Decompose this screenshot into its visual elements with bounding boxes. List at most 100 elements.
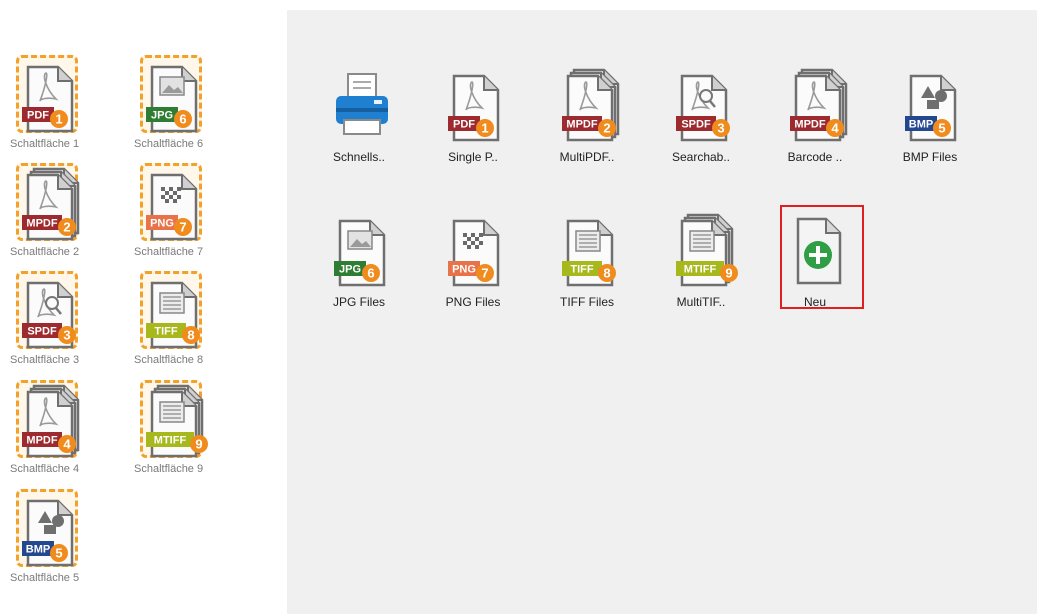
tiff-file-icon: TIFF 8: [146, 277, 202, 349]
svg-text:TIFF: TIFF: [570, 264, 593, 276]
svg-text:7: 7: [179, 220, 186, 235]
button-label: Barcode ..: [787, 150, 843, 164]
svg-text:PDF: PDF: [27, 110, 49, 122]
multi-tiff-button[interactable]: MTIFF 9 MultiTIF..: [653, 210, 749, 328]
palette-button-1[interactable]: PDF 1 Schaltfläche 1: [0, 55, 110, 155]
svg-text:6: 6: [179, 112, 186, 127]
svg-text:MPDF: MPDF: [566, 119, 597, 131]
svg-text:MPDF: MPDF: [26, 435, 57, 447]
pdf-file-icon: PDF 1: [448, 70, 504, 142]
button-label: Neu: [803, 295, 826, 309]
tiff-files-button[interactable]: TIFF 8 TIFF Files: [539, 210, 635, 328]
button-frame: BMP 5: [16, 489, 78, 567]
palette-button-3[interactable]: SPDF 3 Schaltfläche 3: [0, 271, 110, 371]
png-file-icon: PNG 7: [448, 215, 504, 287]
svg-text:5: 5: [55, 546, 62, 561]
palette-button-label: Schaltfläche 2: [10, 246, 80, 258]
button-frame: MPDF 4: [16, 380, 80, 458]
svg-text:SPDF: SPDF: [27, 326, 57, 338]
svg-text:9: 9: [195, 437, 202, 452]
svg-text:8: 8: [187, 328, 194, 343]
svg-text:8: 8: [603, 266, 610, 281]
svg-text:1: 1: [481, 121, 488, 136]
palette-button-label: Schaltfläche 8: [134, 354, 204, 366]
mpdf-file-icon: MPDF 4: [22, 384, 80, 458]
bmp-file-icon: BMP 5: [22, 495, 78, 567]
pdf-file-icon: PDF 1: [22, 61, 78, 133]
palette-button-label: Schaltfläche 3: [10, 354, 80, 366]
mpdf-file-icon: MPDF 2: [22, 167, 80, 241]
svg-text:MPDF: MPDF: [794, 119, 825, 131]
svg-text:BMP: BMP: [909, 119, 933, 131]
palette-button-label: Schaltfläche 4: [10, 463, 80, 475]
button-label: TIFF Files: [560, 295, 614, 309]
scanner-button[interactable]: Schnells..: [311, 65, 407, 183]
button-label: PNG Files: [445, 295, 501, 309]
svg-text:PDF: PDF: [453, 119, 475, 131]
searchable-pdf-button[interactable]: SPDF 3 Searchab..: [653, 65, 749, 183]
button-frame: JPG 6: [140, 55, 202, 133]
button-label: Searchab..: [671, 150, 731, 164]
palette-button-label: Schaltfläche 1: [10, 138, 80, 150]
button-label: Schnells..: [332, 150, 386, 164]
jpg-file-icon: JPG 6: [334, 215, 390, 287]
button-label: Single P..: [448, 150, 498, 164]
button-label: BMP Files: [902, 150, 958, 164]
mpdf-file-icon: MPDF 4: [790, 68, 848, 142]
svg-text:5: 5: [938, 121, 945, 136]
printer-scanner-icon: [334, 70, 390, 140]
palette-button-5[interactable]: BMP 5 Schaltfläche 5: [0, 489, 110, 589]
mtiff-file-icon: MTIFF 9: [676, 213, 738, 287]
svg-text:3: 3: [63, 328, 70, 343]
svg-text:4: 4: [63, 437, 71, 452]
svg-text:2: 2: [63, 220, 70, 235]
palette-button-6[interactable]: JPG 6 Schaltfläche 6: [124, 55, 234, 155]
mpdf-file-icon: MPDF 2: [562, 68, 620, 142]
palette-button-8[interactable]: TIFF 8 Schaltfläche 8: [124, 271, 234, 371]
svg-text:MTIFF: MTIFF: [684, 264, 717, 276]
new-button[interactable]: Neu: [767, 205, 864, 328]
add-plus-icon: [790, 215, 846, 285]
tiff-file-icon: TIFF 8: [562, 215, 618, 287]
svg-text:MPDF: MPDF: [26, 218, 57, 230]
button-frame: PNG 7: [140, 163, 202, 241]
svg-text:PNG: PNG: [150, 218, 174, 230]
png-file-icon: PNG 7: [146, 169, 202, 241]
button-frame: SPDF 3: [16, 271, 78, 349]
jpg-file-icon: JPG 6: [146, 61, 202, 133]
palette-button-7[interactable]: PNG 7 Schaltfläche 7: [124, 163, 234, 263]
svg-text:9: 9: [725, 266, 732, 281]
button-frame: TIFF 8: [140, 271, 202, 349]
palette-button-label: Schaltfläche 9: [134, 463, 204, 475]
mtiff-file-icon: MTIFF 9: [146, 384, 208, 458]
spdf-file-icon: SPDF 3: [676, 70, 732, 142]
button-frame: PDF 1: [16, 55, 78, 133]
svg-text:MTIFF: MTIFF: [154, 435, 187, 447]
palette-button-label: Schaltfläche 5: [10, 572, 80, 584]
palette-button-9[interactable]: MTIFF 9 Schaltfläche 9: [124, 380, 234, 480]
palette-button-label: Schaltfläche 7: [134, 246, 204, 258]
png-files-button[interactable]: PNG 7 PNG Files: [425, 210, 521, 328]
button-frame: MPDF 2: [16, 163, 80, 241]
svg-text:TIFF: TIFF: [154, 326, 177, 338]
svg-text:BMP: BMP: [26, 544, 50, 556]
button-label: JPG Files: [332, 295, 385, 309]
barcode-pdf-button[interactable]: MPDF 4 Barcode ..: [767, 65, 863, 183]
svg-text:1: 1: [55, 112, 62, 127]
jpg-files-button[interactable]: JPG 6 JPG Files: [311, 210, 407, 328]
multi-pdf-button[interactable]: MPDF 2 MultiPDF..: [539, 65, 635, 183]
palette-button-2[interactable]: MPDF 2 Schaltfläche 2: [0, 163, 110, 263]
palette-button-4[interactable]: MPDF 4 Schaltfläche 4: [0, 380, 110, 480]
svg-text:JPG: JPG: [339, 264, 361, 276]
button-label: MultiTIF..: [676, 295, 726, 309]
svg-text:6: 6: [367, 266, 374, 281]
button-label: MultiPDF..: [559, 150, 615, 164]
button-palette: PDF 1 Schaltfläche 1 JPG 6 Schaltfläche 6 …: [0, 0, 287, 614]
spdf-file-icon: SPDF 3: [22, 277, 78, 349]
single-pdf-button[interactable]: PDF 1 Single P..: [425, 65, 521, 183]
bmp-files-button[interactable]: BMP 5 BMP Files: [882, 65, 978, 183]
svg-text:4: 4: [831, 121, 839, 136]
button-frame: MTIFF 9: [140, 380, 208, 458]
svg-text:2: 2: [603, 121, 610, 136]
svg-text:3: 3: [717, 121, 724, 136]
